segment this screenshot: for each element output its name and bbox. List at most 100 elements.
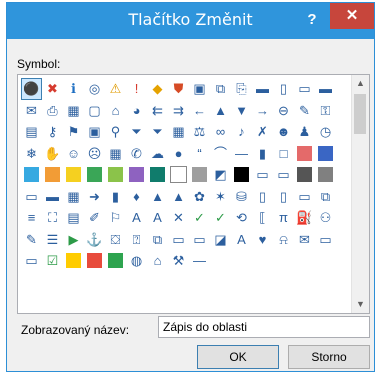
symbol-print-icon[interactable]: ⎙ bbox=[42, 100, 63, 122]
symbol-dash-icon[interactable]: — bbox=[231, 143, 252, 165]
swatch-red-icon[interactable] bbox=[294, 143, 315, 165]
symbol-rings-icon[interactable]: ∞ bbox=[210, 121, 231, 143]
symbol-circle-arrow-icon[interactable]: ➜ bbox=[84, 186, 105, 208]
symbol-copy2-icon[interactable]: ⧉ bbox=[315, 186, 336, 208]
symbol-back-icon[interactable]: ← bbox=[189, 100, 210, 122]
symbol-doc2-icon[interactable]: ▭ bbox=[168, 229, 189, 251]
symbol-key2-icon[interactable]: ⚒ bbox=[168, 250, 189, 272]
symbol-right-arrow-icon[interactable]: → bbox=[252, 100, 273, 122]
swatch-gray-icon[interactable] bbox=[189, 164, 210, 186]
symbol-key-icon[interactable]: ⚷ bbox=[42, 121, 63, 143]
swatch-red-hatch-icon[interactable] bbox=[84, 250, 105, 272]
symbol-flag2-icon[interactable]: ⚐ bbox=[105, 207, 126, 229]
symbol-user-icon[interactable]: ☻ bbox=[273, 121, 294, 143]
cancel-button[interactable]: Storno bbox=[288, 345, 370, 369]
symbol-qr-icon[interactable]: ▦ bbox=[63, 186, 84, 208]
symbol-list[interactable]: ⚫ ✖ ℹ ◎ ⚠! ◆ ⛊ ▣ ⧉ ⎘ ▬ ▯ ▭ ▬ ✉ ⎙ ▦ ▢ ⌂ ◕ ⇇ ⇉ ← ▲ ▼ → ⊖ ✎ ⚿ ▤ ⚷ ⚑ ▣ ⚲ ⏷ ⏷ ▦ ⚖ ∞… bbox=[17, 74, 370, 314]
symbol-bracket-icon[interactable]: ⟦ bbox=[252, 207, 273, 229]
symbol-bag-icon[interactable]: ⛶ bbox=[42, 207, 63, 229]
vertical-scrollbar[interactable]: ▲ ▼ bbox=[351, 75, 369, 313]
symbol-globe-icon[interactable]: ◍ bbox=[126, 250, 147, 272]
symbol-mic-icon[interactable]: ♪ bbox=[231, 121, 252, 143]
symbol-pages-icon[interactable]: ⧉ bbox=[147, 229, 168, 251]
symbol-folder-icon[interactable]: ▬ bbox=[252, 78, 273, 100]
symbol-doc-orange-icon[interactable]: ▯ bbox=[273, 186, 294, 208]
scroll-down-arrow-icon[interactable]: ▼ bbox=[352, 296, 369, 313]
symbol-note-icon[interactable]: ▤ bbox=[63, 207, 84, 229]
symbol-form2-icon[interactable]: ▭ bbox=[21, 250, 42, 272]
symbol-back2-icon[interactable]: ⇇ bbox=[147, 100, 168, 122]
symbol-play-icon[interactable]: ▶ bbox=[63, 229, 84, 251]
symbol-filter2-icon[interactable]: ⏷ bbox=[147, 121, 168, 143]
symbol-pin-icon[interactable]: ✎ bbox=[294, 100, 315, 122]
symbol-flower-icon[interactable]: ✿ bbox=[189, 186, 210, 208]
symbol-info-icon[interactable]: ℹ bbox=[63, 78, 84, 100]
symbol-dash2-icon[interactable]: ▭ bbox=[189, 229, 210, 251]
symbol-brush-icon[interactable]: ✎ bbox=[21, 229, 42, 251]
symbol-warning-icon[interactable]: ⚠ bbox=[105, 78, 126, 100]
swatch-blue-icon[interactable] bbox=[315, 143, 336, 165]
symbol-check-icon[interactable]: ✓ bbox=[189, 207, 210, 229]
symbol-anchor-icon[interactable]: ⚓ bbox=[84, 229, 105, 251]
symbol-calendar-icon[interactable]: ▦ bbox=[63, 100, 84, 122]
scrollbar-thumb[interactable] bbox=[354, 94, 366, 134]
symbol-circle-left-icon[interactable]: ⊖ bbox=[273, 100, 294, 122]
symbol-phone-icon[interactable]: ✆ bbox=[126, 143, 147, 165]
close-button[interactable]: ✕ bbox=[330, 3, 374, 29]
swatch-green2-icon[interactable] bbox=[105, 250, 126, 272]
symbol-copy-icon[interactable]: ⧉ bbox=[210, 78, 231, 100]
symbol-stripe-icon[interactable]: ▬ bbox=[42, 186, 63, 208]
symbol-tree-icon[interactable]: ▲ bbox=[147, 186, 168, 208]
symbol-alert-icon[interactable]: ◆ bbox=[147, 78, 168, 100]
symbol-checkbox-icon[interactable]: ☑ bbox=[42, 250, 63, 272]
symbol-a-script-icon[interactable]: A bbox=[231, 229, 252, 251]
symbol-filter-icon[interactable]: ⏷ bbox=[126, 121, 147, 143]
swatch-green-icon[interactable] bbox=[84, 164, 105, 186]
symbol-group-icon[interactable]: ♟ bbox=[294, 121, 315, 143]
symbol-folders-icon[interactable]: ▬ bbox=[315, 78, 336, 100]
symbol-x-icon[interactable]: ✕ bbox=[168, 207, 189, 229]
symbol-mountain-icon[interactable]: ▲ bbox=[168, 186, 189, 208]
symbol-wave-icon[interactable]: ⌒ bbox=[210, 143, 231, 165]
swatch-cyan-icon[interactable] bbox=[21, 164, 42, 186]
symbol-pointer-icon[interactable]: ⍰ bbox=[126, 229, 147, 251]
swatch-black-icon[interactable] bbox=[231, 164, 252, 186]
swatch-olive-icon[interactable] bbox=[105, 164, 126, 186]
symbol-box3-icon[interactable]: ▭ bbox=[21, 186, 42, 208]
symbol-mail2-icon[interactable]: ✉ bbox=[294, 229, 315, 251]
symbol-page-icon[interactable]: ▯ bbox=[273, 78, 294, 100]
help-button[interactable]: ? bbox=[302, 9, 322, 31]
symbol-flag-icon[interactable]: ⚑ bbox=[63, 121, 84, 143]
swatch-orange-icon[interactable] bbox=[42, 164, 63, 186]
symbol-split-square-icon[interactable]: ◩ bbox=[210, 164, 231, 186]
swatch-white-icon[interactable] bbox=[168, 164, 189, 186]
symbol-line-icon[interactable]: — bbox=[189, 250, 210, 272]
symbol-bubble-icon[interactable]: ☁ bbox=[147, 143, 168, 165]
symbol-home-icon[interactable]: ⌂ bbox=[105, 100, 126, 122]
symbol-chart-check-icon[interactable]: ✓ bbox=[210, 207, 231, 229]
swatch-purple-icon[interactable] bbox=[126, 164, 147, 186]
symbol-drop-icon[interactable]: ♦ bbox=[126, 186, 147, 208]
symbol-form-icon[interactable]: ▣ bbox=[84, 121, 105, 143]
swatch-yellow2-icon[interactable] bbox=[63, 250, 84, 272]
symbol-ball-icon[interactable]: ● bbox=[168, 143, 189, 165]
symbol-list-icon[interactable]: ☰ bbox=[42, 229, 63, 251]
symbol-paste-icon[interactable]: ▤ bbox=[21, 121, 42, 143]
symbol-box-icon[interactable]: ▭ bbox=[252, 164, 273, 186]
symbol-doc-purple-icon[interactable]: ▯ bbox=[252, 186, 273, 208]
symbol-db-icon[interactable]: ⛁ bbox=[231, 186, 252, 208]
symbol-paint-icon[interactable]: ✐ bbox=[84, 207, 105, 229]
symbol-grid-icon[interactable]: ▦ bbox=[105, 143, 126, 165]
symbol-text-a2-icon[interactable]: A bbox=[147, 207, 168, 229]
symbol-clock-icon[interactable]: ◷ bbox=[315, 121, 336, 143]
symbol-binoculars-icon[interactable]: ⚇ bbox=[315, 207, 336, 229]
symbol-eraser-icon[interactable]: ◪ bbox=[210, 229, 231, 251]
swatch-darkgray-icon[interactable] bbox=[294, 164, 315, 186]
symbol-scale-icon[interactable]: ⚖ bbox=[189, 121, 210, 143]
symbol-target-icon[interactable]: ◎ bbox=[84, 78, 105, 100]
symbol-up-icon[interactable]: ▲ bbox=[210, 100, 231, 122]
ok-button[interactable]: OK bbox=[197, 345, 279, 369]
symbol-case-icon[interactable]: ⛋ bbox=[105, 229, 126, 251]
symbol-exclamation-icon[interactable]: ! bbox=[126, 78, 147, 100]
symbol-bars-icon[interactable]: ≡ bbox=[21, 207, 42, 229]
